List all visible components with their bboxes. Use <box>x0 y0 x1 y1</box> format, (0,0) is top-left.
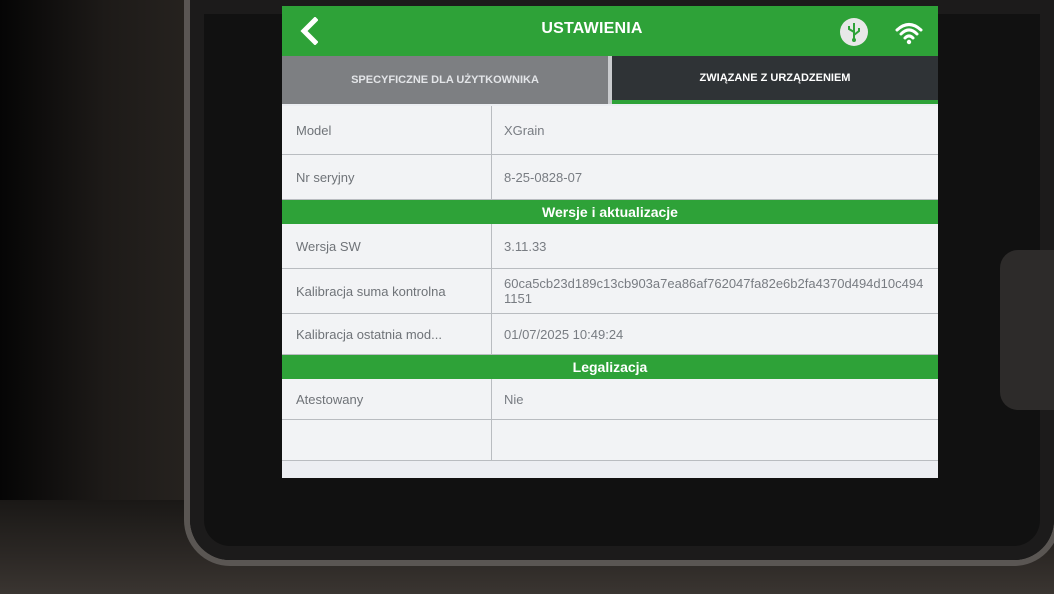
row-label: Model <box>282 106 492 154</box>
settings-table: Model XGrain Nr seryjny 8-25-0828-07 Wer… <box>282 106 938 461</box>
table-row-calibration-last-modified: Kalibracja ostatnia mod... 01/07/2025 10… <box>282 314 938 355</box>
tab-user-specific[interactable]: SPECYFICZNE DLA UŻYTKOWNIKA <box>282 56 612 104</box>
section-header-legalization: Legalizacja <box>282 355 938 379</box>
table-row-model: Model XGrain <box>282 106 938 155</box>
row-value: 60ca5cb23d189c13cb903a7ea86af762047fa82e… <box>504 276 924 306</box>
table-row-serial: Nr seryjny 8-25-0828-07 <box>282 155 938 200</box>
table-row-calibration-checksum: Kalibracja suma kontrolna 60ca5cb23d189c… <box>282 269 938 314</box>
row-label: Atestowany <box>282 379 492 419</box>
usb-button[interactable] <box>840 18 868 46</box>
wifi-button[interactable] <box>894 20 924 46</box>
wifi-icon <box>895 23 923 45</box>
page-title: USTAWIENIA <box>541 20 643 37</box>
row-label: Nr seryjny <box>282 155 492 199</box>
row-value <box>492 420 938 460</box>
chevron-left-icon <box>300 17 318 45</box>
tab-device-related[interactable]: ZWIĄZANE Z URZĄDZENIEM <box>612 56 938 104</box>
device-side-handle <box>1000 250 1054 410</box>
row-value: 01/07/2025 10:49:24 <box>504 326 624 342</box>
app-header: USTAWIENIA <box>282 6 938 56</box>
row-label: Wersja SW <box>282 224 492 268</box>
row-value: 8-25-0828-07 <box>504 169 583 185</box>
row-label <box>282 420 492 460</box>
table-row-certified: Atestowany Nie <box>282 379 938 420</box>
device-screen: USTAWIENIA SPECYFICZNE DLA UŻYTKOWNIKA Z… <box>282 6 938 478</box>
table-row-sw-version: Wersja SW 3.11.33 <box>282 224 938 269</box>
usb-icon <box>848 23 860 42</box>
row-value: Nie <box>504 391 524 407</box>
row-value: 3.11.33 <box>504 238 547 254</box>
row-value: XGrain <box>504 122 545 138</box>
table-row-empty <box>282 420 938 461</box>
back-button[interactable] <box>292 12 326 50</box>
tab-bar: SPECYFICZNE DLA UŻYTKOWNIKA ZWIĄZANE Z U… <box>282 56 938 104</box>
row-label: Kalibracja ostatnia mod... <box>282 314 492 354</box>
row-label: Kalibracja suma kontrolna <box>282 269 492 313</box>
section-header-versions: Wersje i aktualizacje <box>282 200 938 224</box>
